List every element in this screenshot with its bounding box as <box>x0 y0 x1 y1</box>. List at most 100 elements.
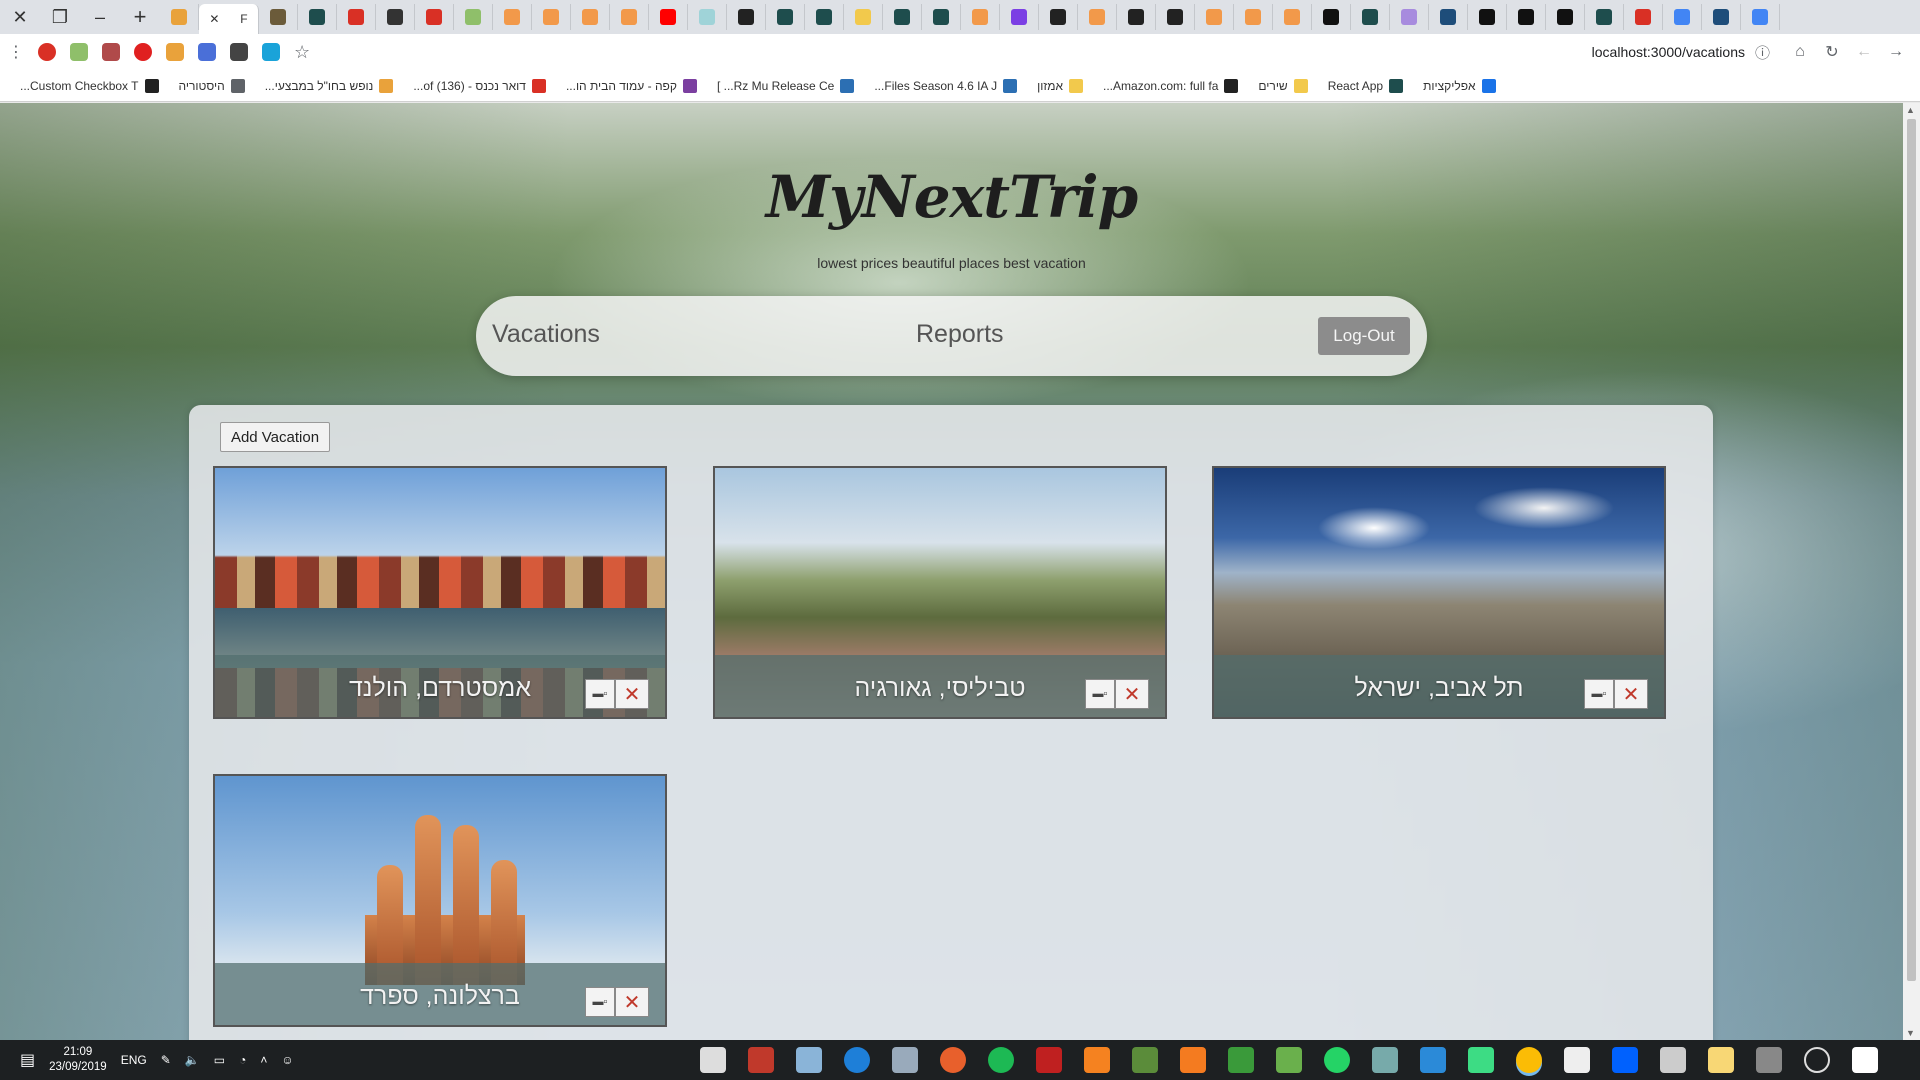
url-text[interactable]: localhost:3000/vacations <box>1592 44 1745 60</box>
filezilla-icon[interactable] <box>1036 1047 1062 1073</box>
minimize-window-button[interactable]: – <box>80 0 120 34</box>
nav-link-vacations[interactable]: Vacations <box>492 320 600 349</box>
tab[interactable] <box>160 4 199 30</box>
app-icon[interactable] <box>892 1047 918 1073</box>
bookmark-item[interactable]: Custom Checkbox T... <box>20 78 159 93</box>
app-icon[interactable] <box>748 1047 774 1073</box>
tab[interactable] <box>1117 4 1156 30</box>
vscode-icon[interactable] <box>1420 1047 1446 1073</box>
edit-icon[interactable]: ▬▫ <box>585 987 615 1017</box>
tab-active[interactable]: ✕ F <box>199 4 259 34</box>
tab[interactable] <box>1195 4 1234 30</box>
tab[interactable] <box>844 4 883 30</box>
search-icon[interactable] <box>1804 1047 1830 1073</box>
reload-icon[interactable]: ↻ <box>1816 36 1848 68</box>
spotify-icon[interactable] <box>988 1047 1014 1073</box>
tab[interactable] <box>454 4 493 30</box>
add-vacation-button[interactable]: Add Vacation <box>220 422 330 452</box>
close-icon[interactable]: ✕ <box>1115 679 1149 709</box>
app-icon[interactable] <box>796 1047 822 1073</box>
extension-icon[interactable] <box>134 43 152 61</box>
forward-icon[interactable]: → <box>1880 36 1912 68</box>
tab[interactable] <box>1312 4 1351 30</box>
tab[interactable] <box>532 4 571 30</box>
new-tab-button[interactable]: + <box>120 0 160 34</box>
tab[interactable] <box>1156 4 1195 30</box>
extension-icon[interactable] <box>166 43 184 61</box>
close-tab-icon[interactable]: ✕ <box>209 12 219 26</box>
app-icon[interactable] <box>940 1047 966 1073</box>
tab[interactable] <box>1507 4 1546 30</box>
tab[interactable] <box>1390 4 1429 30</box>
whatsapp-icon[interactable] <box>1324 1047 1350 1073</box>
tab[interactable] <box>298 4 337 30</box>
back-icon[interactable]: ← <box>1848 36 1880 68</box>
notifications-icon[interactable]: ▤ <box>20 1050 35 1070</box>
omnibox[interactable]: localhost:3000/vacations ⓘ ⌂ ↻ ← → <box>310 36 1920 68</box>
tab[interactable] <box>961 4 1000 30</box>
info-icon[interactable]: ⓘ <box>1755 42 1770 63</box>
edit-icon[interactable]: ▬▫ <box>1584 679 1614 709</box>
edit-icon[interactable]: ▬▫ <box>585 679 615 709</box>
tab[interactable] <box>376 4 415 30</box>
minecraft-icon[interactable] <box>1132 1047 1158 1073</box>
tab[interactable] <box>610 4 649 30</box>
people-icon[interactable]: ☺ <box>281 1053 293 1067</box>
tab[interactable] <box>766 4 805 30</box>
bookmark-item[interactable]: שירים <box>1258 78 1308 93</box>
app-icon[interactable] <box>1372 1047 1398 1073</box>
tab[interactable] <box>1624 4 1663 30</box>
home-icon[interactable]: ⌂ <box>1784 36 1816 68</box>
tab[interactable] <box>1039 4 1078 30</box>
tab[interactable] <box>688 4 727 30</box>
close-window-button[interactable]: ✕ <box>0 0 40 34</box>
extension-icon[interactable] <box>38 43 56 61</box>
close-icon[interactable]: ✕ <box>615 679 649 709</box>
task-view-icon[interactable] <box>1756 1047 1782 1073</box>
mail-icon[interactable] <box>1564 1047 1590 1073</box>
extension-icon[interactable] <box>198 43 216 61</box>
bookmark-item[interactable]: אמזון <box>1037 78 1083 93</box>
bookmark-item[interactable]: Files Season 4.6 IA J... <box>874 78 1018 93</box>
bookmark-item[interactable]: אפליקציות <box>1423 78 1496 93</box>
file-explorer-icon[interactable] <box>1708 1047 1734 1073</box>
tab[interactable] <box>1702 4 1741 30</box>
edit-icon[interactable]: ▬▫ <box>1085 679 1115 709</box>
tab[interactable] <box>337 4 376 30</box>
tab[interactable] <box>1000 4 1039 30</box>
extension-icon[interactable] <box>70 43 88 61</box>
xampp-icon[interactable] <box>1084 1047 1110 1073</box>
tab[interactable] <box>1663 4 1702 30</box>
app-icon[interactable] <box>1180 1047 1206 1073</box>
site-logo[interactable]: MyNextTrip <box>0 163 1903 231</box>
volume-icon[interactable]: 🔈 <box>185 1053 200 1067</box>
extension-icon[interactable] <box>102 43 120 61</box>
tab[interactable] <box>727 4 766 30</box>
android-studio-icon[interactable] <box>1468 1047 1494 1073</box>
windows-start-icon[interactable] <box>1852 1047 1878 1073</box>
scroll-down-icon[interactable]: ▼ <box>1906 1028 1915 1038</box>
nav-link-reports[interactable]: Reports <box>916 320 1004 349</box>
tab[interactable] <box>571 4 610 30</box>
star-icon[interactable]: ☆ <box>294 42 310 63</box>
restore-window-button[interactable]: ❐ <box>40 0 80 34</box>
bookmark-item[interactable]: Amazon.com: full fa... <box>1103 78 1239 93</box>
clock[interactable]: 21:09 23/09/2019 <box>49 1045 107 1075</box>
tab[interactable] <box>1273 4 1312 30</box>
notepad-icon[interactable] <box>1276 1047 1302 1073</box>
bookmark-item[interactable]: היסטוריה <box>179 78 245 93</box>
menu-icon[interactable]: ⋮ <box>0 36 32 68</box>
scroll-thumb[interactable] <box>1907 119 1916 981</box>
close-icon[interactable]: ✕ <box>615 987 649 1017</box>
scroll-up-icon[interactable]: ▲ <box>1906 105 1915 115</box>
tab[interactable] <box>805 4 844 30</box>
tab[interactable] <box>649 4 688 30</box>
bookmark-item[interactable]: React App <box>1328 78 1404 93</box>
edge-icon[interactable] <box>844 1047 870 1073</box>
tab[interactable] <box>1741 4 1780 30</box>
tab[interactable] <box>1078 4 1117 30</box>
page-scrollbar[interactable]: ▲ ▼ <box>1903 103 1920 1040</box>
tab[interactable] <box>922 4 961 30</box>
bookmark-item[interactable]: דואר נכנס - (136) of... <box>413 78 546 93</box>
bookmark-item[interactable]: Rz Mu Release Ce... ] <box>717 78 855 93</box>
